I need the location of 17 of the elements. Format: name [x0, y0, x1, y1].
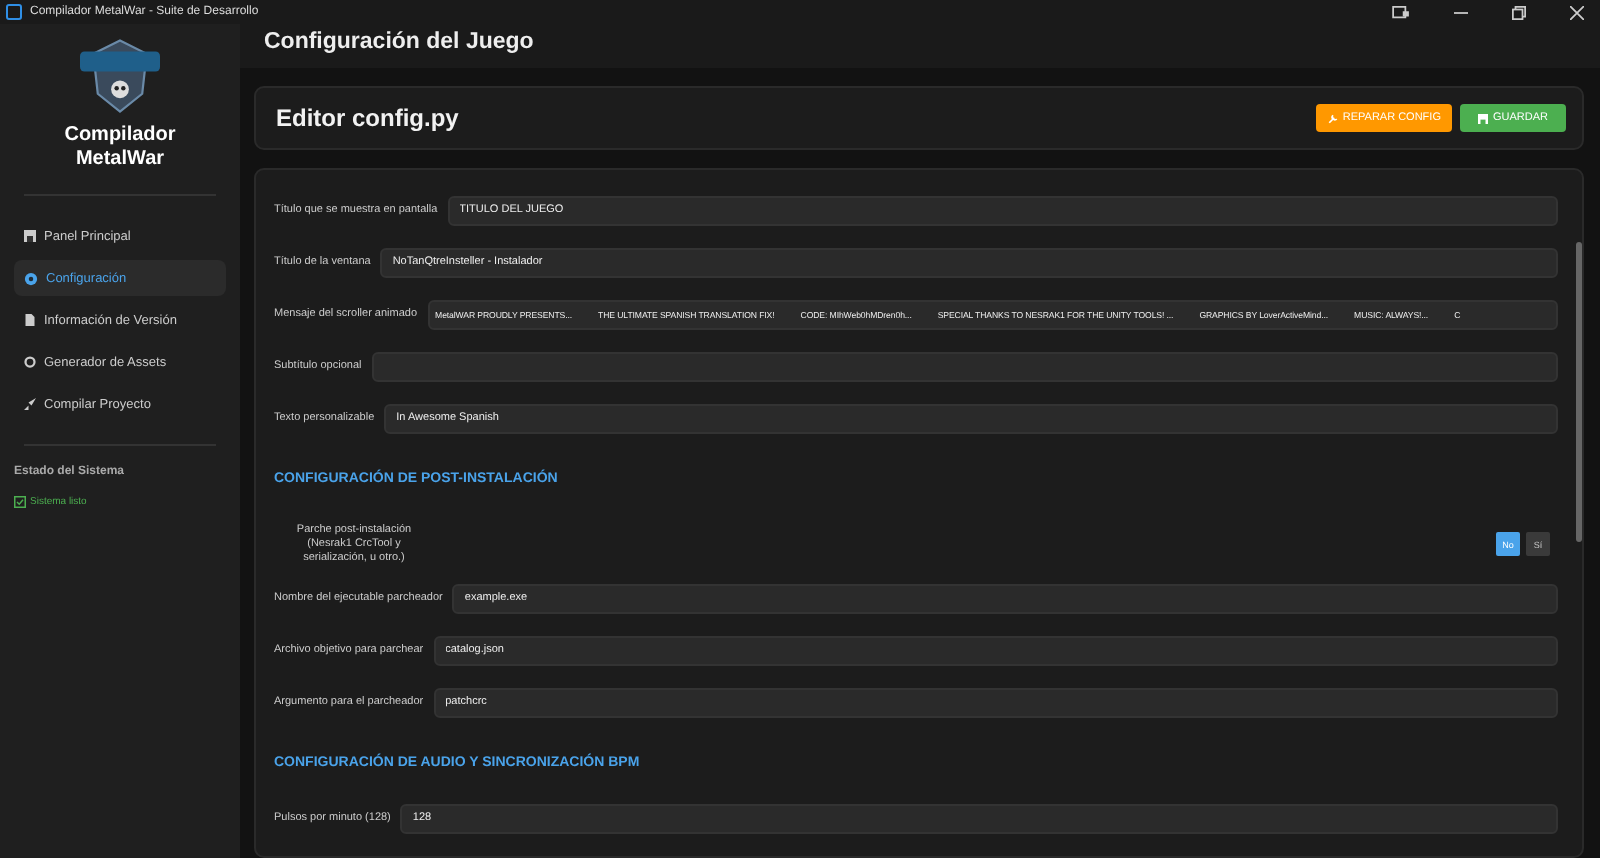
app-name: Compilador MetalWar [62, 124, 178, 172]
scrollbar[interactable] [1576, 242, 1582, 542]
page-title: Configuración del Juego [264, 30, 534, 54]
cast-icon[interactable] [1392, 5, 1410, 19]
gear-icon [24, 356, 36, 368]
settings-icon [24, 271, 38, 285]
close-icon[interactable] [1570, 5, 1584, 19]
save-icon [24, 230, 36, 242]
wrench-icon [1328, 113, 1339, 123]
editor-title: Editor config.py [276, 104, 459, 132]
document-icon [24, 314, 36, 326]
skull-emblem-drawing [74, 36, 166, 116]
app-icon [6, 4, 22, 20]
restore-icon[interactable] [1512, 5, 1526, 19]
save-icon [1478, 113, 1489, 123]
rocket-icon [24, 398, 36, 410]
check-icon [14, 496, 26, 508]
